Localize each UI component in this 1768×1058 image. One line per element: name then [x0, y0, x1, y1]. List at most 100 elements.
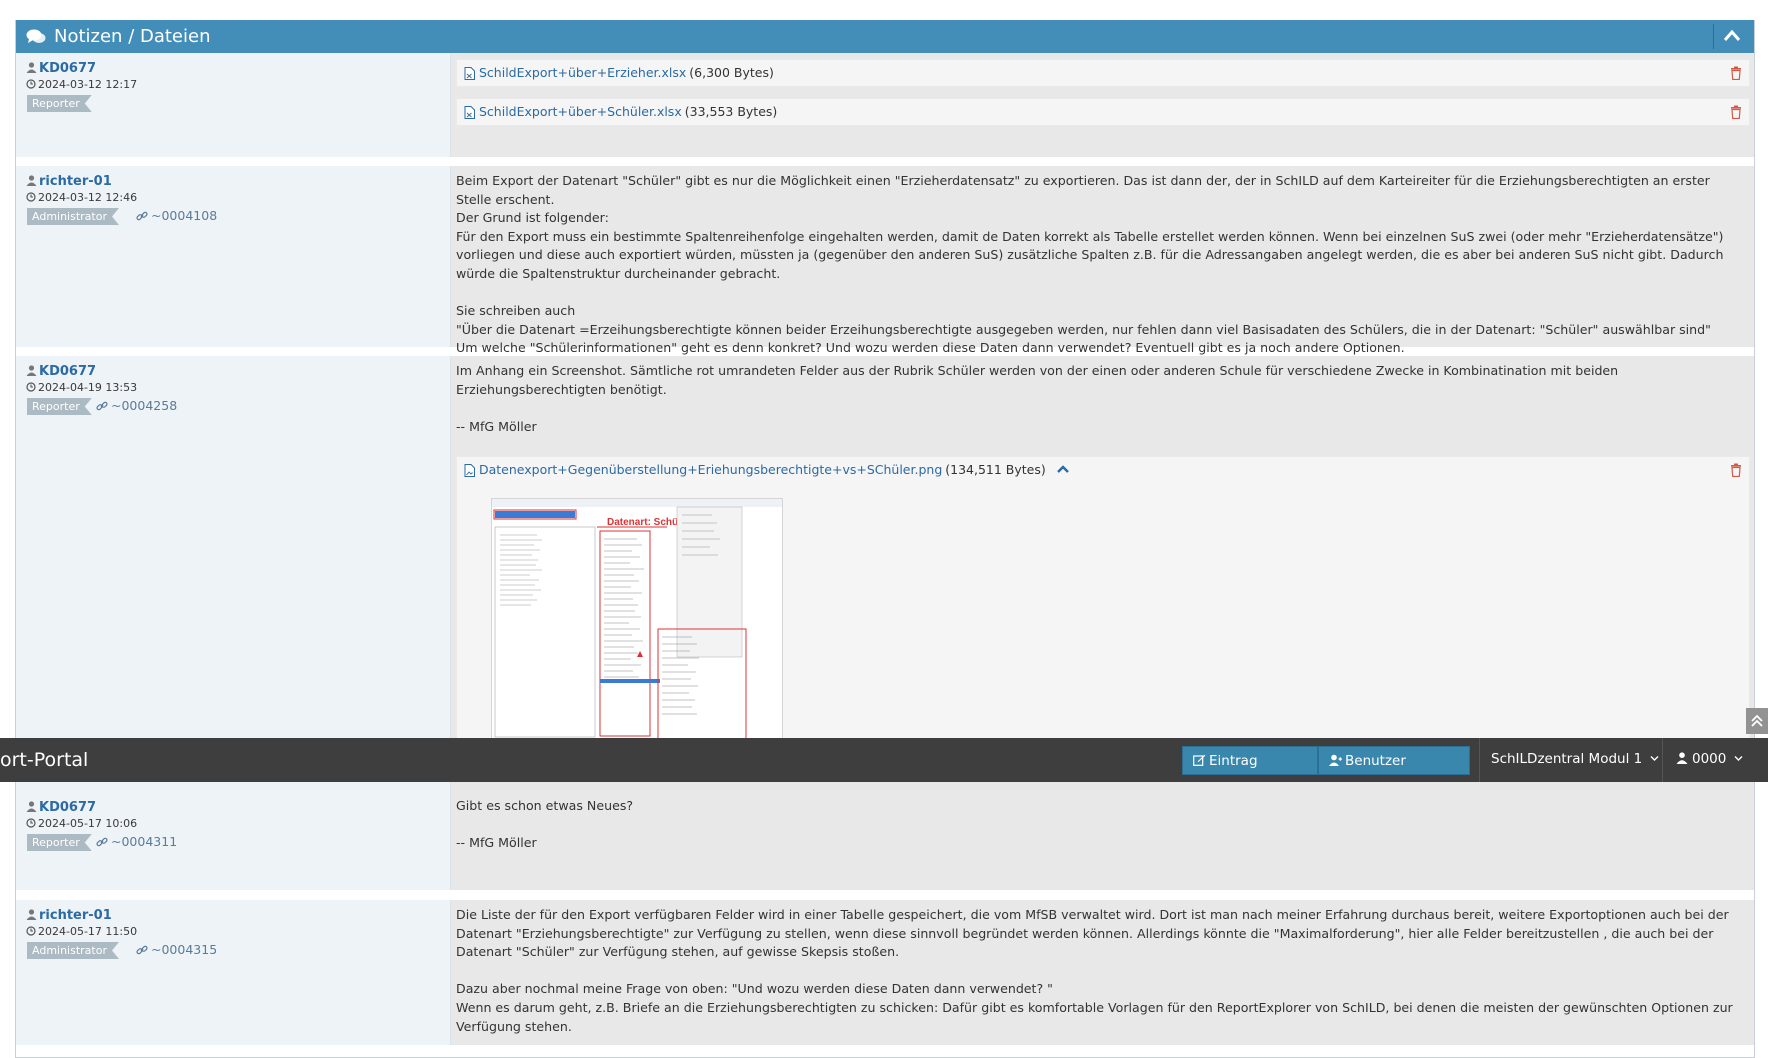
- note-date: 2024-03-12 12:46: [26, 191, 137, 204]
- note-row: richter-01 2024-03-12 12:46 Administrato…: [16, 166, 1754, 355]
- note-permalink[interactable]: ~0004311: [96, 834, 177, 849]
- navbar-divider: [1479, 738, 1480, 782]
- link-icon: [136, 211, 148, 221]
- role-badge: Administrator: [27, 942, 119, 959]
- note-row: KD0677 2024-03-12 12:17 Reporter SchildE…: [16, 53, 1754, 157]
- attachment-link[interactable]: SchildExport+über+Erzieher.xlsx (6,300 By…: [479, 65, 774, 80]
- note-meta: richter-01 2024-05-17 11:50 Administrato…: [16, 900, 451, 1045]
- clock-icon: [26, 192, 36, 202]
- note-text: Gibt es schon etwas Neues? -- MfG Möller: [456, 798, 634, 851]
- attachment-link[interactable]: Datenexport+Gegenüberstellung+Eriehungsb…: [479, 462, 1070, 477]
- note-username[interactable]: richter-01: [39, 908, 112, 923]
- user-icon: [26, 801, 37, 812]
- note-row: KD0677 2024-05-17 10:06 Reporter ~000431…: [16, 782, 1754, 890]
- note-body: Beim Export der Datenart "Schüler" gibt …: [451, 166, 1754, 355]
- scroll-to-top-button[interactable]: [1746, 708, 1768, 734]
- link-icon: [136, 945, 148, 955]
- note-username[interactable]: KD0677: [39, 61, 96, 76]
- account-menu-label[interactable]: 0000: [1692, 751, 1726, 767]
- note-date-text: 2024-03-12 12:46: [38, 191, 138, 204]
- note-username[interactable]: richter-01: [39, 174, 112, 189]
- invite-user-button[interactable]: Benutzer einladen: [1318, 746, 1470, 798]
- clock-icon: [26, 818, 36, 828]
- attachment-link[interactable]: SchildExport+über+Schüler.xlsx (33,553 By…: [479, 104, 777, 119]
- account-menu[interactable]: 0000: [1676, 751, 1743, 767]
- file-icon: [464, 67, 475, 80]
- create-entry-button[interactable]: Eintrag erfassen: [1182, 746, 1318, 798]
- clock-icon: [26, 926, 36, 936]
- note-link-id[interactable]: ~0004258: [111, 398, 177, 413]
- attachment-row: SchildExport+über+Schüler.xlsx (33,553 By…: [456, 98, 1750, 126]
- trash-icon[interactable]: [1730, 463, 1742, 477]
- note-permalink[interactable]: ~0004108: [136, 208, 217, 223]
- trash-icon[interactable]: [1730, 66, 1742, 80]
- attachment-name[interactable]: SchildExport+über+Schüler.xlsx: [479, 104, 682, 119]
- panel-title: Notizen / Dateien: [54, 26, 211, 47]
- note-date-text: 2024-05-17 10:06: [38, 817, 138, 830]
- note-date-text: 2024-03-12 12:17: [38, 78, 138, 91]
- user-plus-icon: [1329, 754, 1342, 766]
- user-icon: [26, 62, 37, 73]
- note-link-id[interactable]: ~0004108: [151, 208, 217, 223]
- chevron-down-icon: [1734, 756, 1743, 761]
- chevron-up-icon[interactable]: [1056, 464, 1070, 474]
- attachment-name[interactable]: SchildExport+über+Erzieher.xlsx: [479, 65, 686, 80]
- attachment-size: (33,553 Bytes): [684, 104, 778, 119]
- attachment-row: SchildExport+über+Erzieher.xlsx (6,300 By…: [456, 59, 1750, 87]
- navbar-divider: [1662, 738, 1663, 782]
- note-user[interactable]: KD0677: [26, 364, 96, 379]
- role-badge: Reporter: [27, 834, 92, 851]
- note-meta: KD0677 2024-05-17 10:06 Reporter ~000431…: [16, 782, 451, 890]
- link-icon: [96, 401, 108, 411]
- note-text: Im Anhang ein Screenshot. Sämtliche rot …: [456, 363, 1619, 434]
- attachment-size: (134,511 Bytes): [945, 462, 1046, 477]
- role-badge: Administrator: [27, 208, 119, 225]
- note-body: Die Liste der für den Export verfügbaren…: [451, 900, 1754, 1045]
- comments-icon: [26, 29, 46, 43]
- note-username[interactable]: KD0677: [39, 364, 96, 379]
- note-link-id[interactable]: ~0004311: [111, 834, 177, 849]
- clock-icon: [26, 382, 36, 392]
- trash-icon[interactable]: [1730, 105, 1742, 119]
- file-icon: [464, 106, 475, 119]
- user-icon: [26, 909, 37, 920]
- link-icon: [96, 837, 108, 847]
- note-text: Beim Export der Datenart "Schüler" gibt …: [456, 173, 1724, 356]
- notes-panel-continued: KD0677 2024-05-17 10:06 Reporter ~000431…: [15, 782, 1755, 1058]
- role-badge: Reporter: [27, 398, 92, 415]
- double-chevron-up-icon: [1751, 714, 1763, 727]
- note-user[interactable]: KD0677: [26, 61, 96, 76]
- note-meta: richter-01 2024-03-12 12:46 Administrato…: [16, 166, 451, 347]
- project-selector[interactable]: SchILDzentral Modul 1: [1491, 751, 1659, 767]
- note-date-text: 2024-04-19 13:53: [38, 381, 138, 394]
- panel-header: Notizen / Dateien: [16, 20, 1754, 53]
- note-meta: KD0677 2024-04-19 13:53 Reporter ~000425…: [16, 356, 451, 758]
- user-icon: [26, 365, 37, 376]
- note-username[interactable]: KD0677: [39, 800, 96, 815]
- top-navbar: ort-Portal Eintrag erfassen Benutzer ein…: [0, 738, 1768, 798]
- attachment-name[interactable]: Datenexport+Gegenüberstellung+Eriehungsb…: [479, 462, 942, 477]
- note-date: 2024-05-17 10:06: [26, 817, 137, 830]
- note-meta: KD0677 2024-03-12 12:17 Reporter: [16, 53, 451, 157]
- note-user[interactable]: richter-01: [26, 174, 112, 189]
- edit-icon: [1193, 754, 1206, 766]
- note-user[interactable]: richter-01: [26, 908, 112, 923]
- navbar-brand[interactable]: ort-Portal: [0, 749, 88, 771]
- attachment-image-preview[interactable]: Datenart: Schüler: [491, 498, 783, 750]
- note-permalink[interactable]: ~0004315: [136, 942, 217, 957]
- clock-icon: [26, 79, 36, 89]
- note-permalink[interactable]: ~0004258: [96, 398, 177, 413]
- role-badge: Reporter: [27, 95, 92, 112]
- attachment-size: (6,300 Bytes): [689, 65, 774, 80]
- screenshot-thumbnail: Datenart: Schüler: [492, 499, 782, 749]
- note-row: richter-01 2024-05-17 11:50 Administrato…: [16, 900, 1754, 1045]
- note-user[interactable]: KD0677: [26, 800, 96, 815]
- header-divider: [1713, 24, 1714, 49]
- collapse-icon[interactable]: [1721, 26, 1743, 46]
- chevron-down-icon: [1650, 756, 1659, 761]
- user-icon: [1676, 752, 1688, 764]
- project-selector-label[interactable]: SchILDzentral Modul 1: [1491, 751, 1642, 767]
- note-link-id[interactable]: ~0004315: [151, 942, 217, 957]
- user-icon: [26, 175, 37, 186]
- note-text: Die Liste der für den Export verfügbaren…: [456, 907, 1733, 1034]
